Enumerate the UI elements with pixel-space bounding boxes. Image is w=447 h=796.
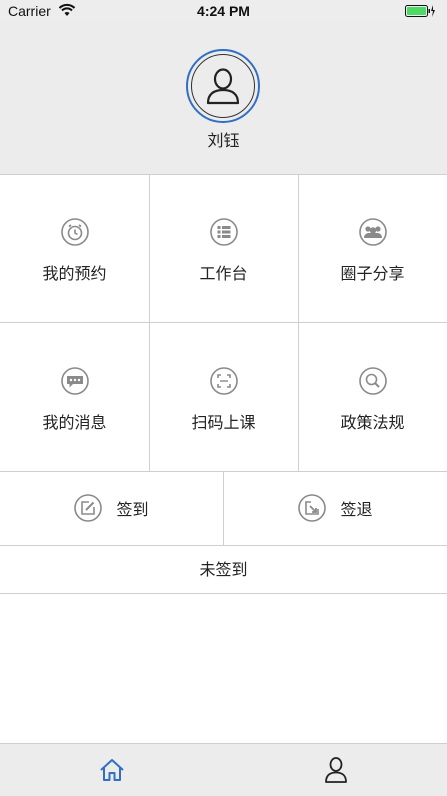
list-icon <box>209 218 238 246</box>
sign-out-label: 签退 <box>340 500 373 519</box>
group-icon <box>358 218 387 246</box>
edit-icon <box>74 494 103 522</box>
user-name: 刘钰 <box>207 131 240 150</box>
tab-bar <box>0 743 447 796</box>
grid-item-label: 我的预约 <box>42 264 107 283</box>
sign-in-button[interactable]: 签到 <box>0 471 223 545</box>
grid-item-appointments[interactable]: 我的预约 <box>0 174 149 322</box>
grid-item-circle-share[interactable]: 圈子分享 <box>298 174 447 322</box>
chat-icon <box>60 367 89 395</box>
grid-item-label: 我的消息 <box>42 413 107 432</box>
scan-icon <box>209 367 238 395</box>
clock: 4:24 PM <box>197 3 250 19</box>
grid-item-label: 扫码上课 <box>191 413 256 432</box>
sign-in-label: 签到 <box>116 500 149 519</box>
grid-item-messages[interactable]: 我的消息 <box>0 323 149 471</box>
grid-item-scan-class[interactable]: 扫码上课 <box>149 323 298 471</box>
sign-status-text: 未签到 <box>0 546 447 594</box>
avatar[interactable] <box>186 49 260 123</box>
alarm-clock-icon <box>60 218 89 246</box>
exit-icon <box>298 494 327 522</box>
user-icon <box>324 757 347 783</box>
status-bar: Carrier 4:24 PM <box>0 0 447 22</box>
grid-item-label: 工作台 <box>199 264 248 283</box>
tab-profile[interactable] <box>224 744 447 796</box>
sign-row: 签到 签退 <box>0 471 447 546</box>
grid-item-workbench[interactable]: 工作台 <box>149 174 298 322</box>
grid-item-policies[interactable]: 政策法规 <box>298 323 447 471</box>
grid-divider <box>0 322 447 323</box>
home-icon <box>99 759 124 781</box>
tab-home[interactable] <box>0 744 223 796</box>
sign-out-button[interactable]: 签退 <box>224 471 447 545</box>
grid-item-label: 圈子分享 <box>340 264 405 283</box>
battery-icon <box>405 5 435 17</box>
search-icon <box>358 367 387 395</box>
feature-grid: 我的预约 工作台 圈子分享 我的消息 扫码上课 政策法规 <box>0 174 447 472</box>
profile-header: 刘钰 <box>0 22 447 175</box>
grid-item-label: 政策法规 <box>340 413 405 432</box>
user-icon <box>206 68 240 105</box>
